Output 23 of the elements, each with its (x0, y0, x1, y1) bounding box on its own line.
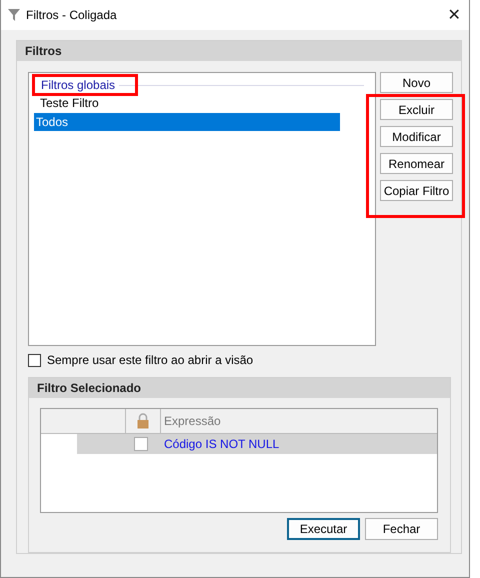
checkbox[interactable] (28, 354, 41, 366)
action-button[interactable]: Modificar (380, 126, 453, 147)
expression-text: Código IS NOT NULL (163, 437, 280, 451)
dialog-button[interactable]: Fechar (365, 518, 438, 540)
list-item[interactable]: Todos (34, 113, 340, 131)
padlock-icon (137, 413, 149, 429)
column-header[interactable]: Expressão (164, 414, 221, 428)
grid-row[interactable]: Código IS NOT NULL (77, 434, 437, 454)
action-button[interactable]: Copiar Filtro (380, 180, 453, 201)
close-icon[interactable]: ✕ (439, 5, 469, 25)
list-item[interactable]: Teste Filtro (34, 94, 344, 112)
action-button[interactable]: Novo (380, 72, 453, 93)
action-button[interactable]: Excluir (380, 99, 453, 120)
group-label: Filtros globais (41, 78, 116, 92)
window-title: Filtros - Coligada (26, 8, 118, 22)
panel-title: Filtro Selecionado (29, 378, 450, 398)
action-button[interactable]: Renomear (380, 153, 453, 174)
funnel-icon (8, 9, 20, 21)
dialog-button[interactable]: Executar (287, 518, 360, 540)
panel-title: Filtros (17, 41, 461, 61)
checkbox-label: Sempre usar este filtro ao abrir a visão (47, 353, 254, 367)
lock-checkbox[interactable] (134, 437, 148, 451)
filter-list[interactable]: Filtros globais Teste Filtro Todos (28, 72, 376, 346)
